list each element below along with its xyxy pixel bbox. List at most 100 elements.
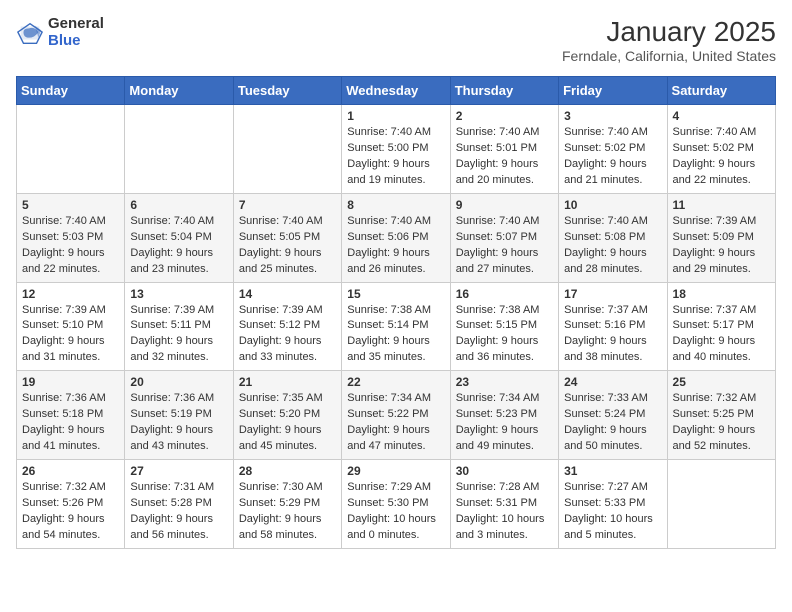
calendar-day-cell: [233, 105, 341, 194]
day-number: 2: [456, 109, 553, 123]
day-number: 23: [456, 375, 553, 389]
calendar-day-cell: 18 Sunrise: 7:37 AM Sunset: 5:17 PM Dayli…: [667, 282, 775, 371]
calendar-day-cell: 20 Sunrise: 7:36 AM Sunset: 5:19 PM Dayli…: [125, 371, 233, 460]
calendar-day-cell: 4 Sunrise: 7:40 AM Sunset: 5:02 PM Daylig…: [667, 105, 775, 194]
calendar-day-cell: 24 Sunrise: 7:33 AM Sunset: 5:24 PM Dayli…: [559, 371, 667, 460]
day-number: 24: [564, 375, 661, 389]
calendar-day-cell: 16Sunrise: 7:38 AM Sunset: 5:15 PM Dayli…: [450, 282, 558, 371]
day-number: 13: [130, 287, 227, 301]
day-number: 5: [22, 198, 119, 212]
logo-blue-text: Blue: [48, 33, 104, 50]
calendar-day-cell: 21 Sunrise: 7:35 AM Sunset: 5:20 PM Dayli…: [233, 371, 341, 460]
day-number: 29: [347, 464, 444, 478]
weekday-header: Sunday: [17, 77, 125, 105]
weekday-header: Thursday: [450, 77, 558, 105]
title-block: January 2025 Ferndale, California, Unite…: [562, 16, 776, 64]
day-info: Sunrise: 7:33 AM Sunset: 5:24 PM Dayligh…: [564, 391, 661, 455]
day-number: 19: [22, 375, 119, 389]
day-number: 10: [564, 198, 661, 212]
day-info: Sunrise: 7:36 AM Sunset: 5:19 PM Dayligh…: [130, 391, 227, 455]
calendar-week-row: 1Sunrise: 7:40 AM Sunset: 5:00 PM Daylig…: [17, 105, 776, 194]
day-info: Sunrise: 7:27 AM Sunset: 5:33 PM Dayligh…: [564, 480, 661, 544]
day-number: 8: [347, 198, 444, 212]
calendar-day-cell: 3 Sunrise: 7:40 AM Sunset: 5:02 PM Daylig…: [559, 105, 667, 194]
day-info: Sunrise: 7:40 AM Sunset: 5:02 PM Dayligh…: [564, 125, 661, 189]
day-info: Sunrise: 7:39 AM Sunset: 5:12 PM Dayligh…: [239, 303, 336, 367]
day-info: Sunrise: 7:40 AM Sunset: 5:08 PM Dayligh…: [564, 214, 661, 278]
day-number: 16: [456, 287, 553, 301]
calendar-day-cell: 7 Sunrise: 7:40 AM Sunset: 5:05 PM Daylig…: [233, 193, 341, 282]
calendar-day-cell: 6 Sunrise: 7:40 AM Sunset: 5:04 PM Daylig…: [125, 193, 233, 282]
day-info: Sunrise: 7:35 AM Sunset: 5:20 PM Dayligh…: [239, 391, 336, 455]
day-info: Sunrise: 7:29 AM Sunset: 5:30 PM Dayligh…: [347, 480, 444, 544]
logo: General Blue: [16, 16, 104, 49]
month-title: January 2025: [562, 16, 776, 48]
day-info: Sunrise: 7:38 AM Sunset: 5:14 PM Dayligh…: [347, 303, 444, 367]
calendar-day-cell: 27 Sunrise: 7:31 AM Sunset: 5:28 PM Dayli…: [125, 460, 233, 549]
logo-icon: [16, 19, 44, 47]
day-number: 21: [239, 375, 336, 389]
weekday-header: Friday: [559, 77, 667, 105]
calendar-day-cell: 2 Sunrise: 7:40 AM Sunset: 5:01 PM Daylig…: [450, 105, 558, 194]
day-number: 15: [347, 287, 444, 301]
day-info: Sunrise: 7:34 AM Sunset: 5:23 PM Dayligh…: [456, 391, 553, 455]
day-info: Sunrise: 7:39 AM Sunset: 5:09 PM Dayligh…: [673, 214, 770, 278]
day-info: Sunrise: 7:39 AM Sunset: 5:11 PM Dayligh…: [130, 303, 227, 367]
calendar-day-cell: [17, 105, 125, 194]
day-info: Sunrise: 7:40 AM Sunset: 5:05 PM Dayligh…: [239, 214, 336, 278]
day-number: 17: [564, 287, 661, 301]
day-info: Sunrise: 7:32 AM Sunset: 5:25 PM Dayligh…: [673, 391, 770, 455]
day-info: Sunrise: 7:32 AM Sunset: 5:26 PM Dayligh…: [22, 480, 119, 544]
calendar-day-cell: 5 Sunrise: 7:40 AM Sunset: 5:03 PM Daylig…: [17, 193, 125, 282]
day-info: Sunrise: 7:37 AM Sunset: 5:17 PM Dayligh…: [673, 303, 770, 367]
calendar-day-cell: 1Sunrise: 7:40 AM Sunset: 5:00 PM Daylig…: [342, 105, 450, 194]
calendar-day-cell: 15 Sunrise: 7:38 AM Sunset: 5:14 PM Dayli…: [342, 282, 450, 371]
day-number: 18: [673, 287, 770, 301]
day-number: 4: [673, 109, 770, 123]
day-info: Sunrise: 7:30 AM Sunset: 5:29 PM Dayligh…: [239, 480, 336, 544]
day-info: Sunrise: 7:36 AM Sunset: 5:18 PM Dayligh…: [22, 391, 119, 455]
calendar-day-cell: 14Sunrise: 7:39 AM Sunset: 5:12 PM Dayli…: [233, 282, 341, 371]
day-info: Sunrise: 7:34 AM Sunset: 5:22 PM Dayligh…: [347, 391, 444, 455]
calendar-day-cell: [125, 105, 233, 194]
weekday-header: Wednesday: [342, 77, 450, 105]
logo-text: General Blue: [48, 16, 104, 49]
calendar-header-row: SundayMondayTuesdayWednesdayThursdayFrid…: [17, 77, 776, 105]
calendar-day-cell: 29 Sunrise: 7:29 AM Sunset: 5:30 PM Dayli…: [342, 460, 450, 549]
day-info: Sunrise: 7:40 AM Sunset: 5:06 PM Dayligh…: [347, 214, 444, 278]
day-info: Sunrise: 7:39 AM Sunset: 5:10 PM Dayligh…: [22, 303, 119, 367]
weekday-header: Saturday: [667, 77, 775, 105]
day-info: Sunrise: 7:40 AM Sunset: 5:02 PM Dayligh…: [673, 125, 770, 189]
location: Ferndale, California, United States: [562, 48, 776, 64]
weekday-header: Tuesday: [233, 77, 341, 105]
calendar-table: SundayMondayTuesdayWednesdayThursdayFrid…: [16, 76, 776, 549]
calendar-day-cell: 19 Sunrise: 7:36 AM Sunset: 5:18 PM Dayli…: [17, 371, 125, 460]
weekday-header: Monday: [125, 77, 233, 105]
day-number: 27: [130, 464, 227, 478]
calendar-week-row: 12Sunrise: 7:39 AM Sunset: 5:10 PM Dayli…: [17, 282, 776, 371]
day-number: 9: [456, 198, 553, 212]
day-number: 6: [130, 198, 227, 212]
calendar-day-cell: 31Sunrise: 7:27 AM Sunset: 5:33 PM Dayli…: [559, 460, 667, 549]
day-info: Sunrise: 7:40 AM Sunset: 5:03 PM Dayligh…: [22, 214, 119, 278]
day-info: Sunrise: 7:31 AM Sunset: 5:28 PM Dayligh…: [130, 480, 227, 544]
day-number: 22: [347, 375, 444, 389]
day-info: Sunrise: 7:37 AM Sunset: 5:16 PM Dayligh…: [564, 303, 661, 367]
day-info: Sunrise: 7:40 AM Sunset: 5:07 PM Dayligh…: [456, 214, 553, 278]
day-number: 7: [239, 198, 336, 212]
day-number: 11: [673, 198, 770, 212]
calendar-day-cell: 12Sunrise: 7:39 AM Sunset: 5:10 PM Dayli…: [17, 282, 125, 371]
calendar-day-cell: 30Sunrise: 7:28 AM Sunset: 5:31 PM Dayli…: [450, 460, 558, 549]
calendar-day-cell: 22 Sunrise: 7:34 AM Sunset: 5:22 PM Dayli…: [342, 371, 450, 460]
day-info: Sunrise: 7:40 AM Sunset: 5:04 PM Dayligh…: [130, 214, 227, 278]
calendar-day-cell: 17 Sunrise: 7:37 AM Sunset: 5:16 PM Dayli…: [559, 282, 667, 371]
calendar-day-cell: 23 Sunrise: 7:34 AM Sunset: 5:23 PM Dayli…: [450, 371, 558, 460]
day-number: 1: [347, 109, 444, 123]
day-number: 3: [564, 109, 661, 123]
calendar-day-cell: 25Sunrise: 7:32 AM Sunset: 5:25 PM Dayli…: [667, 371, 775, 460]
day-info: Sunrise: 7:40 AM Sunset: 5:01 PM Dayligh…: [456, 125, 553, 189]
calendar-day-cell: 11 Sunrise: 7:39 AM Sunset: 5:09 PM Dayli…: [667, 193, 775, 282]
page-header: General Blue January 2025 Ferndale, Cali…: [16, 16, 776, 64]
day-number: 20: [130, 375, 227, 389]
calendar-day-cell: 9 Sunrise: 7:40 AM Sunset: 5:07 PM Daylig…: [450, 193, 558, 282]
